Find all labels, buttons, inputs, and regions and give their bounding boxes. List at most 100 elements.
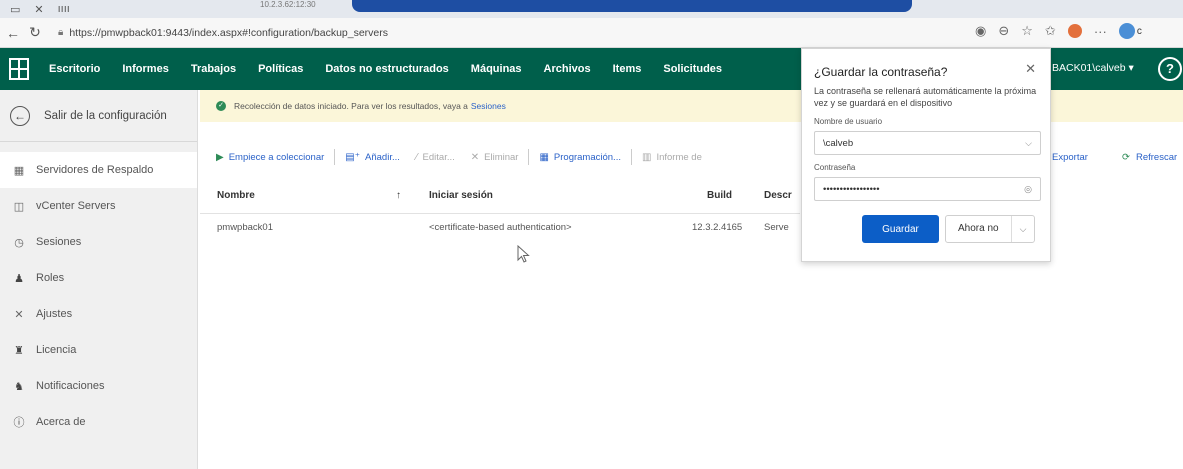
edit-label: Editar... <box>422 151 455 163</box>
sidebar-item-licencia[interactable]: ♜ Licencia <box>0 332 197 368</box>
favorites-icon[interactable]: ✩ <box>1045 23 1056 39</box>
cell-description: Serve <box>764 222 789 233</box>
profile-initial: c <box>1136 25 1142 37</box>
export-label: Exportar <box>1052 151 1088 163</box>
table-row[interactable]: pmwpback01 <certificate-based authentica… <box>200 220 800 238</box>
sidebar-item-roles[interactable]: ♟ Roles <box>0 260 197 296</box>
lock-icon[interactable]: 🔒︎ <box>58 27 63 38</box>
close-icon[interactable]: ✕ <box>1025 61 1036 77</box>
column-description[interactable]: Descr <box>764 190 792 201</box>
sidebar-item-vcenter[interactable]: ◫ vCenter Servers <box>0 188 197 224</box>
tab-text: 10.2.3.62:12:30 <box>260 0 316 9</box>
exit-configuration-label: Salir de la configuración <box>44 109 167 122</box>
nav-archivos[interactable]: Archivos <box>533 63 602 75</box>
eye-icon[interactable]: ◎ <box>1024 184 1032 195</box>
refresh-icon: ⟳ <box>1122 151 1130 163</box>
nav-datos-no-estructurados[interactable]: Datos no estructurados <box>314 63 459 75</box>
sidebar-item-label: Roles <box>36 272 65 284</box>
chevron-down-icon[interactable]: ⌵ <box>1012 224 1035 235</box>
address-bar-icons: ◉ ⊖ ☆ ✩ ··· c <box>975 23 1142 39</box>
info-icon: ⓘ <box>13 417 25 429</box>
extension-icon[interactable] <box>1067 24 1082 38</box>
save-password-dialog: ¿Guardar la contraseña? ✕ La contraseña … <box>801 48 1051 262</box>
key-icon[interactable]: ◉ <box>975 23 986 39</box>
sidebar-item-label: Ajustes <box>36 308 73 320</box>
report-icon: ▥ <box>641 151 652 163</box>
more-icon[interactable]: ··· <box>1094 24 1107 39</box>
nav-politicas[interactable]: Políticas <box>247 63 314 75</box>
nav-trabajos[interactable]: Trabajos <box>180 63 247 75</box>
sidebar-item-servidores[interactable]: ▦ Servidores de Respaldo <box>0 152 197 188</box>
start-collect-button[interactable]: ▶ Empiece a coleccionar <box>208 152 332 163</box>
help-icon[interactable]: ? <box>1158 57 1182 81</box>
password-label: Contraseña <box>814 163 856 172</box>
bell-icon: ♞ <box>14 380 24 393</box>
chevron-down-icon[interactable]: ⌵ <box>1025 138 1032 149</box>
url-field[interactable]: 🔒︎ https://pmwpback01:9443/index.aspx#!c… <box>58 27 818 39</box>
not-now-split-button: Ahora no ⌵ <box>945 215 1036 243</box>
sidebar-item-notificaciones[interactable]: ♞ Notificaciones <box>0 368 197 404</box>
sidebar-item-label: Licencia <box>36 344 77 356</box>
banner-sessions-link[interactable]: Sesiones <box>471 101 506 111</box>
edit-button[interactable]: ⁄ Editar... <box>408 152 463 163</box>
remove-button[interactable]: ✕ Eliminar <box>463 152 527 163</box>
vcenter-icon: ◫ <box>13 200 25 213</box>
x-icon: ✕ <box>470 151 480 163</box>
sidebar-item-ajustes[interactable]: ✕ Ajustes <box>0 296 197 332</box>
sidebar-item-label: Sesiones <box>36 236 82 248</box>
sidebar: ← Salir de la configuración ▦ Servidores… <box>0 90 198 469</box>
nav-solicitudes[interactable]: Solicitudes <box>652 63 733 75</box>
nav-items[interactable]: Items <box>602 63 653 75</box>
nav-maquinas[interactable]: Máquinas <box>460 63 533 75</box>
top-menu: Escritorio Informes Trabajos Políticas D… <box>38 63 733 75</box>
user-menu[interactable]: BACK01\calveb ▾ <box>1052 62 1134 74</box>
nav-escritorio[interactable]: Escritorio <box>38 63 111 75</box>
profile-avatar[interactable] <box>1118 23 1135 39</box>
schedule-button[interactable]: ▦ Programación... <box>531 152 629 163</box>
tab-icon[interactable]: ▭ <box>10 3 20 16</box>
column-nombre[interactable]: Nombre <box>217 190 255 201</box>
zoom-icon[interactable]: ⊖ <box>998 23 1009 39</box>
active-tab-strip[interactable] <box>352 0 912 12</box>
column-iniciar-sesion[interactable]: Iniciar sesión <box>429 190 493 201</box>
banner-text: Recolección de datos iniciado. Para ver … <box>234 101 468 111</box>
sidebar-item-acerca-de[interactable]: ⓘ Acerca de <box>0 404 197 440</box>
password-field[interactable]: ••••••••••••••••• ◎ <box>814 177 1041 201</box>
refresh-label: Refrescar <box>1135 151 1178 163</box>
report-label: Informe de <box>656 151 702 163</box>
tab-close-icon[interactable]: ✕ <box>34 3 43 16</box>
add-label: Añadir... <box>365 151 400 163</box>
username-field[interactable]: \calveb ⌵ <box>814 131 1041 155</box>
favorite-star-icon[interactable]: ☆ <box>1021 23 1033 39</box>
report-button[interactable]: ▥ Informe de <box>634 152 710 163</box>
remove-label: Eliminar <box>484 151 519 163</box>
not-now-button[interactable]: Ahora no <box>946 216 1012 242</box>
license-icon: ♜ <box>14 344 24 357</box>
export-button[interactable]: Exportar <box>1052 143 1088 171</box>
sidebar-item-label: Servidores de Respaldo <box>36 164 154 176</box>
reload-icon[interactable]: ↻ <box>26 24 44 41</box>
nav-informes[interactable]: Informes <box>111 63 179 75</box>
add-button[interactable]: ▤⁺ Añadir... <box>337 152 408 163</box>
column-build[interactable]: Build <box>707 190 732 201</box>
username-value: \calveb <box>823 137 854 149</box>
server-icon: ▦ <box>13 164 25 177</box>
cell-name: pmwpback01 <box>217 222 273 233</box>
sidebar-item-label: Notificaciones <box>36 380 105 392</box>
sidebar-item-label: vCenter Servers <box>36 200 116 212</box>
toolbar-divider <box>630 149 632 165</box>
pencil-icon: ⁄ <box>415 151 418 163</box>
cell-build: 12.3.2.4165 <box>692 222 743 233</box>
dialog-description: La contraseña se rellenará automáticamen… <box>814 86 1037 108</box>
password-value: ••••••••••••••••• <box>823 183 880 195</box>
save-button[interactable]: Guardar <box>862 215 939 243</box>
back-circle-icon: ← <box>10 105 30 126</box>
sidebar-item-sesiones[interactable]: ◷ Sesiones <box>0 224 197 260</box>
tab-glyph: ıııı <box>57 3 70 15</box>
exit-configuration-button[interactable]: ← Salir de la configuración <box>0 90 197 142</box>
back-arrow-icon[interactable]: ← <box>4 25 22 41</box>
tab-strip-left: ▭ ✕ ıııı <box>0 0 200 18</box>
refresh-button[interactable]: ⟳ Refrescar <box>1122 143 1177 171</box>
add-server-icon: ▤⁺ <box>345 151 361 163</box>
sort-ascending-icon[interactable]: ↑ <box>396 190 401 201</box>
